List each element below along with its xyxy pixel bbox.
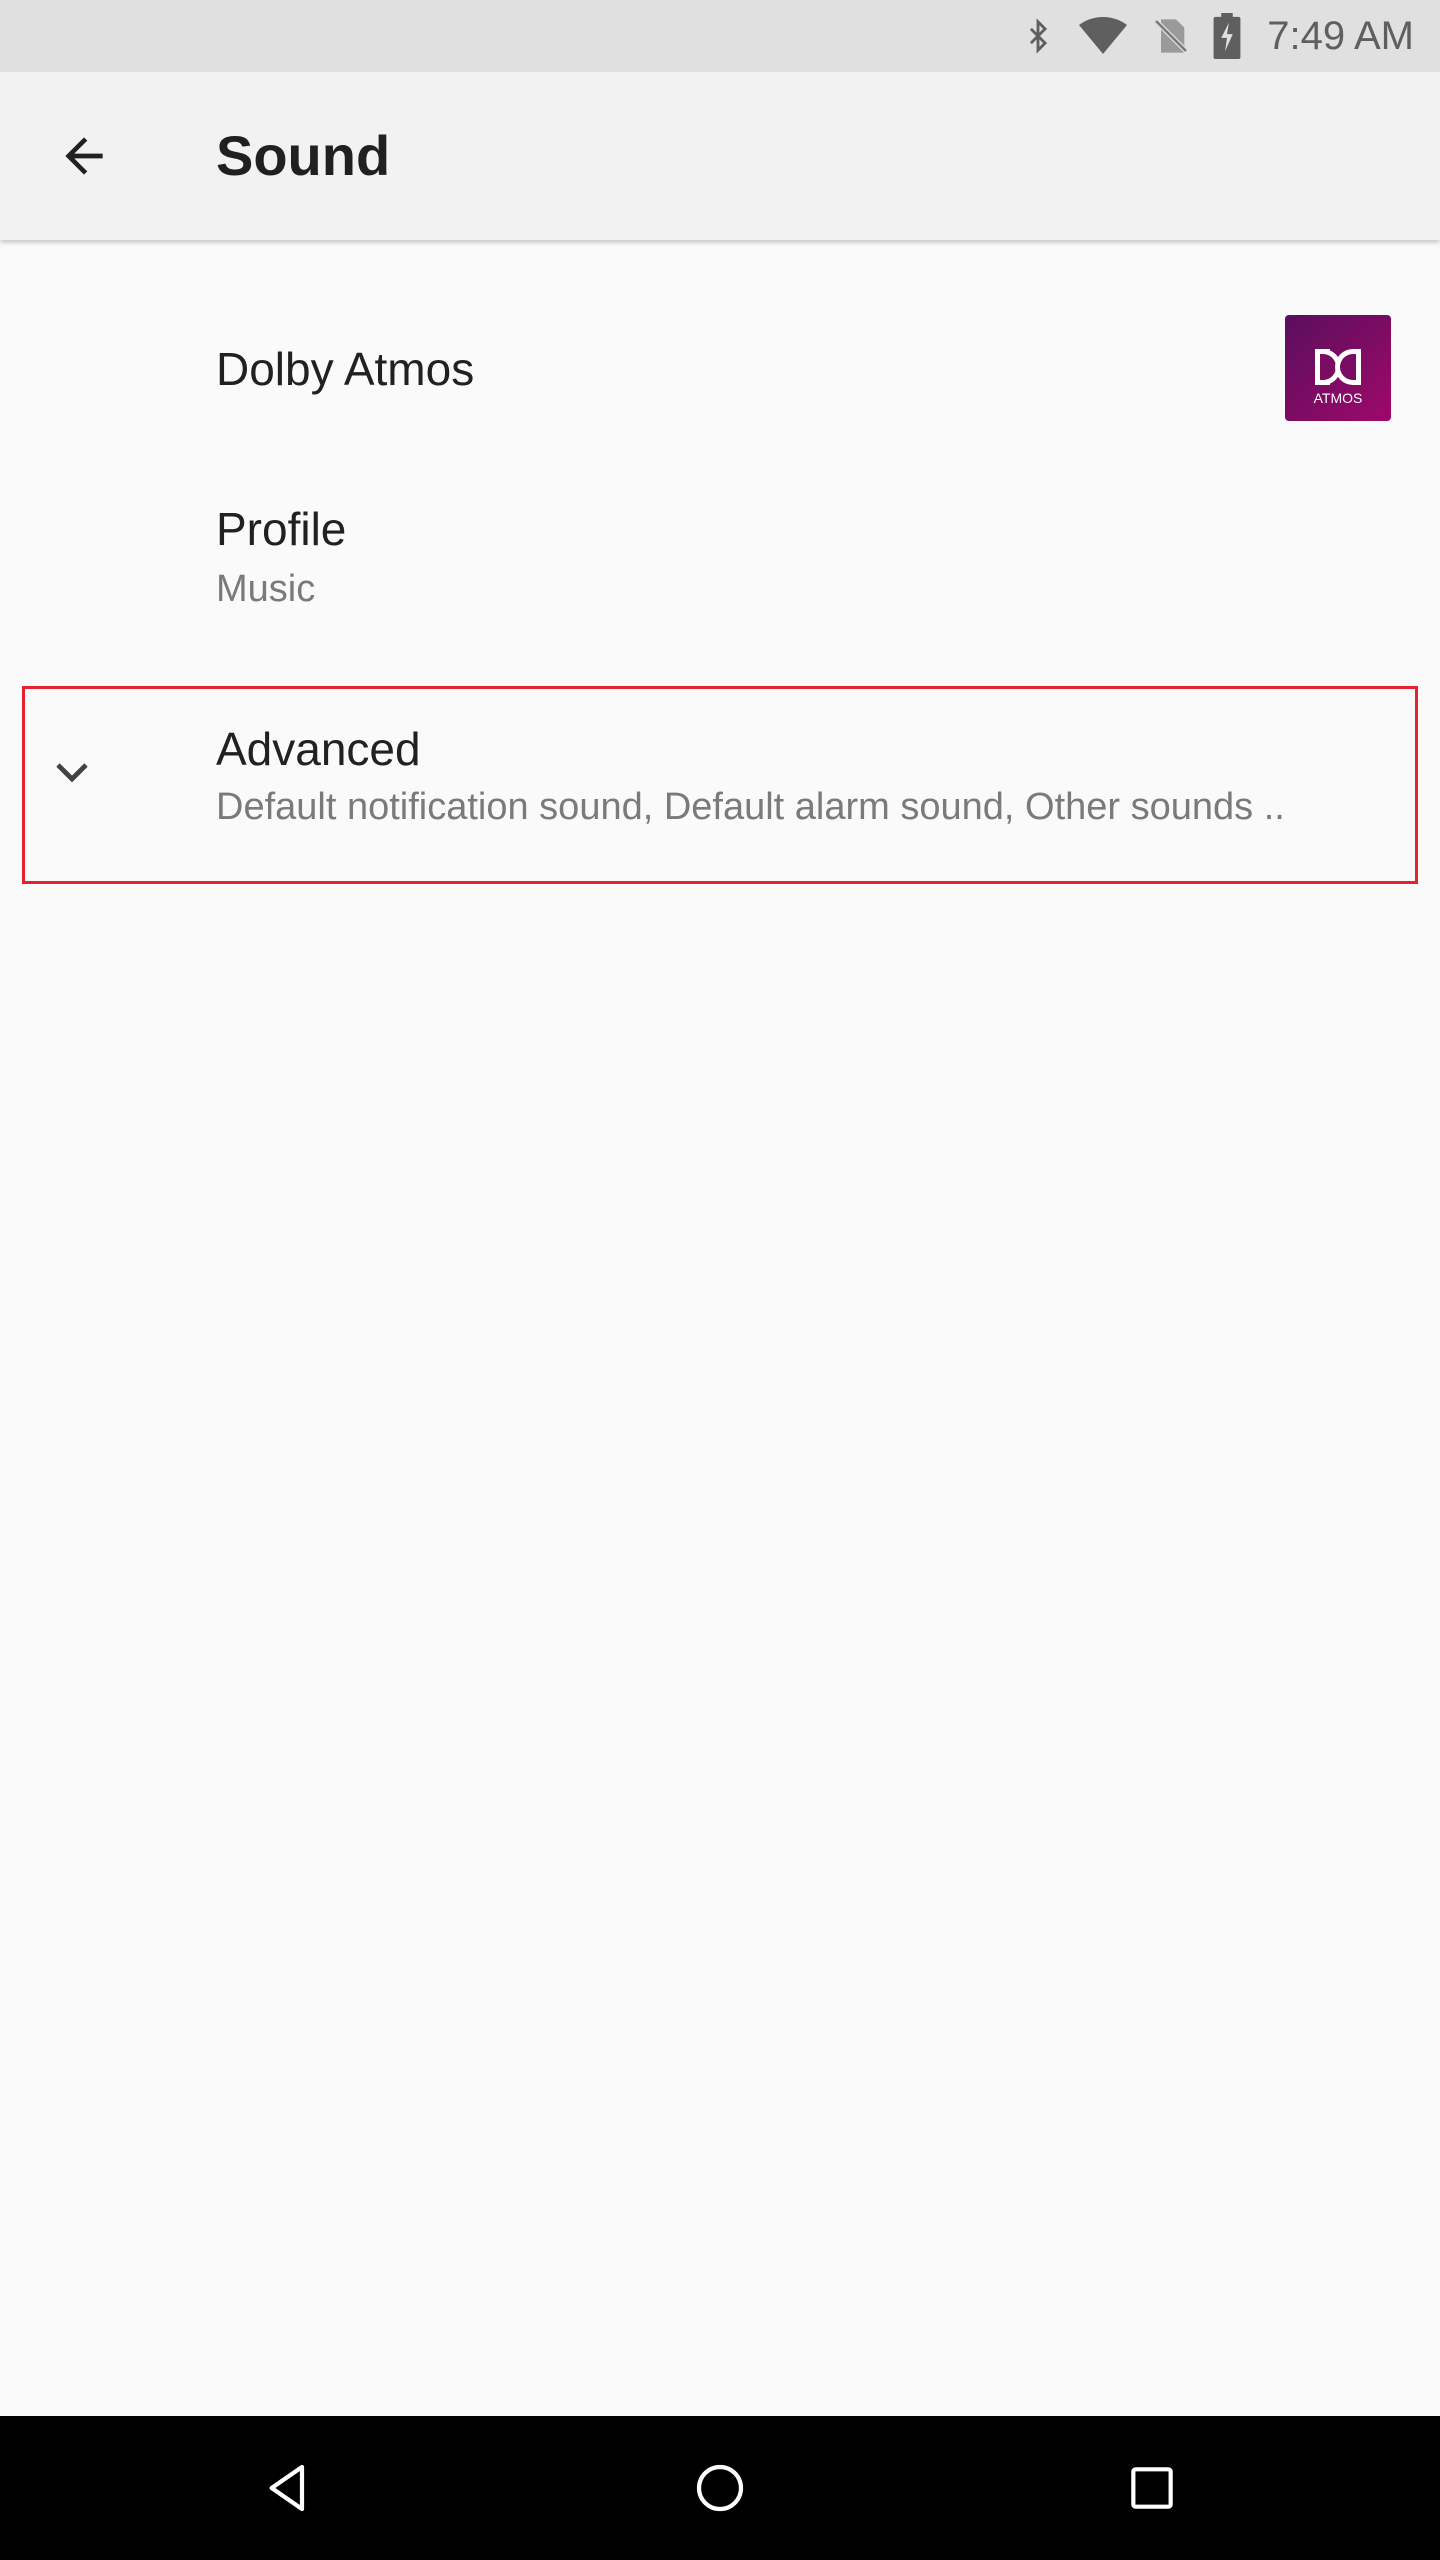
status-bar: 7:49 AM [0, 0, 1440, 72]
pref-dolby-atmos[interactable]: Dolby Atmos [0, 240, 1440, 502]
pref-title-profile: Profile [216, 503, 347, 555]
back-button[interactable] [44, 116, 124, 196]
status-time: 7:49 AM [1267, 13, 1414, 58]
battery-charging-icon [1213, 13, 1241, 59]
dolby-logo-text: ATMOS [1314, 390, 1363, 406]
app-bar: Sound [0, 72, 1440, 240]
back-triangle-icon [269, 2464, 305, 2512]
status-icons: 7:49 AM [1021, 0, 1414, 72]
recents-square-icon [1131, 2467, 1173, 2509]
arrow-back-icon [65, 137, 103, 175]
nav-back-button[interactable] [248, 2448, 328, 2528]
pref-title-dolby-atmos: Dolby Atmos [216, 343, 475, 395]
dolby-atmos-logo: ATMOS [1285, 315, 1391, 421]
pref-profile[interactable]: Profile Music [0, 502, 1440, 682]
bluetooth-icon [1030, 18, 1048, 54]
nav-recents-button[interactable] [1112, 2448, 1192, 2528]
page-title: Sound [216, 124, 391, 187]
home-circle-icon [696, 2464, 744, 2512]
pref-summary-profile: Music [216, 568, 316, 610]
navigation-bar [0, 2416, 1440, 2560]
highlight-box [22, 686, 1418, 884]
wifi-icon [1079, 17, 1128, 54]
nav-home-button[interactable] [680, 2448, 760, 2528]
no-sim-icon [1154, 19, 1189, 53]
